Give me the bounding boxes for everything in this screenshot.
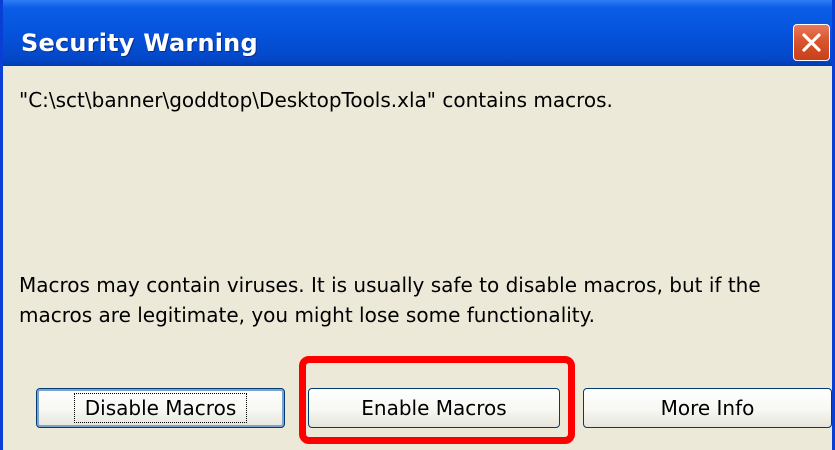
security-warning-dialog: Security Warning "C:\sct\banner\goddtop\… <box>0 0 835 450</box>
more-info-button[interactable]: More Info <box>583 388 832 428</box>
disable-macros-label: Disable Macros <box>73 393 248 423</box>
file-path-message: "C:\sct\banner\goddtop\DesktopTools.xla"… <box>19 88 613 112</box>
highlight-annotation <box>299 356 575 444</box>
more-info-label: More Info <box>660 396 755 420</box>
title-bar[interactable]: Security Warning <box>3 0 832 66</box>
disable-macros-button[interactable]: Disable Macros <box>36 388 285 428</box>
close-icon <box>802 33 821 52</box>
macro-warning-message: Macros may contain viruses. It is usuall… <box>19 273 761 327</box>
dialog-title: Security Warning <box>21 29 258 57</box>
close-button[interactable] <box>793 24 830 61</box>
